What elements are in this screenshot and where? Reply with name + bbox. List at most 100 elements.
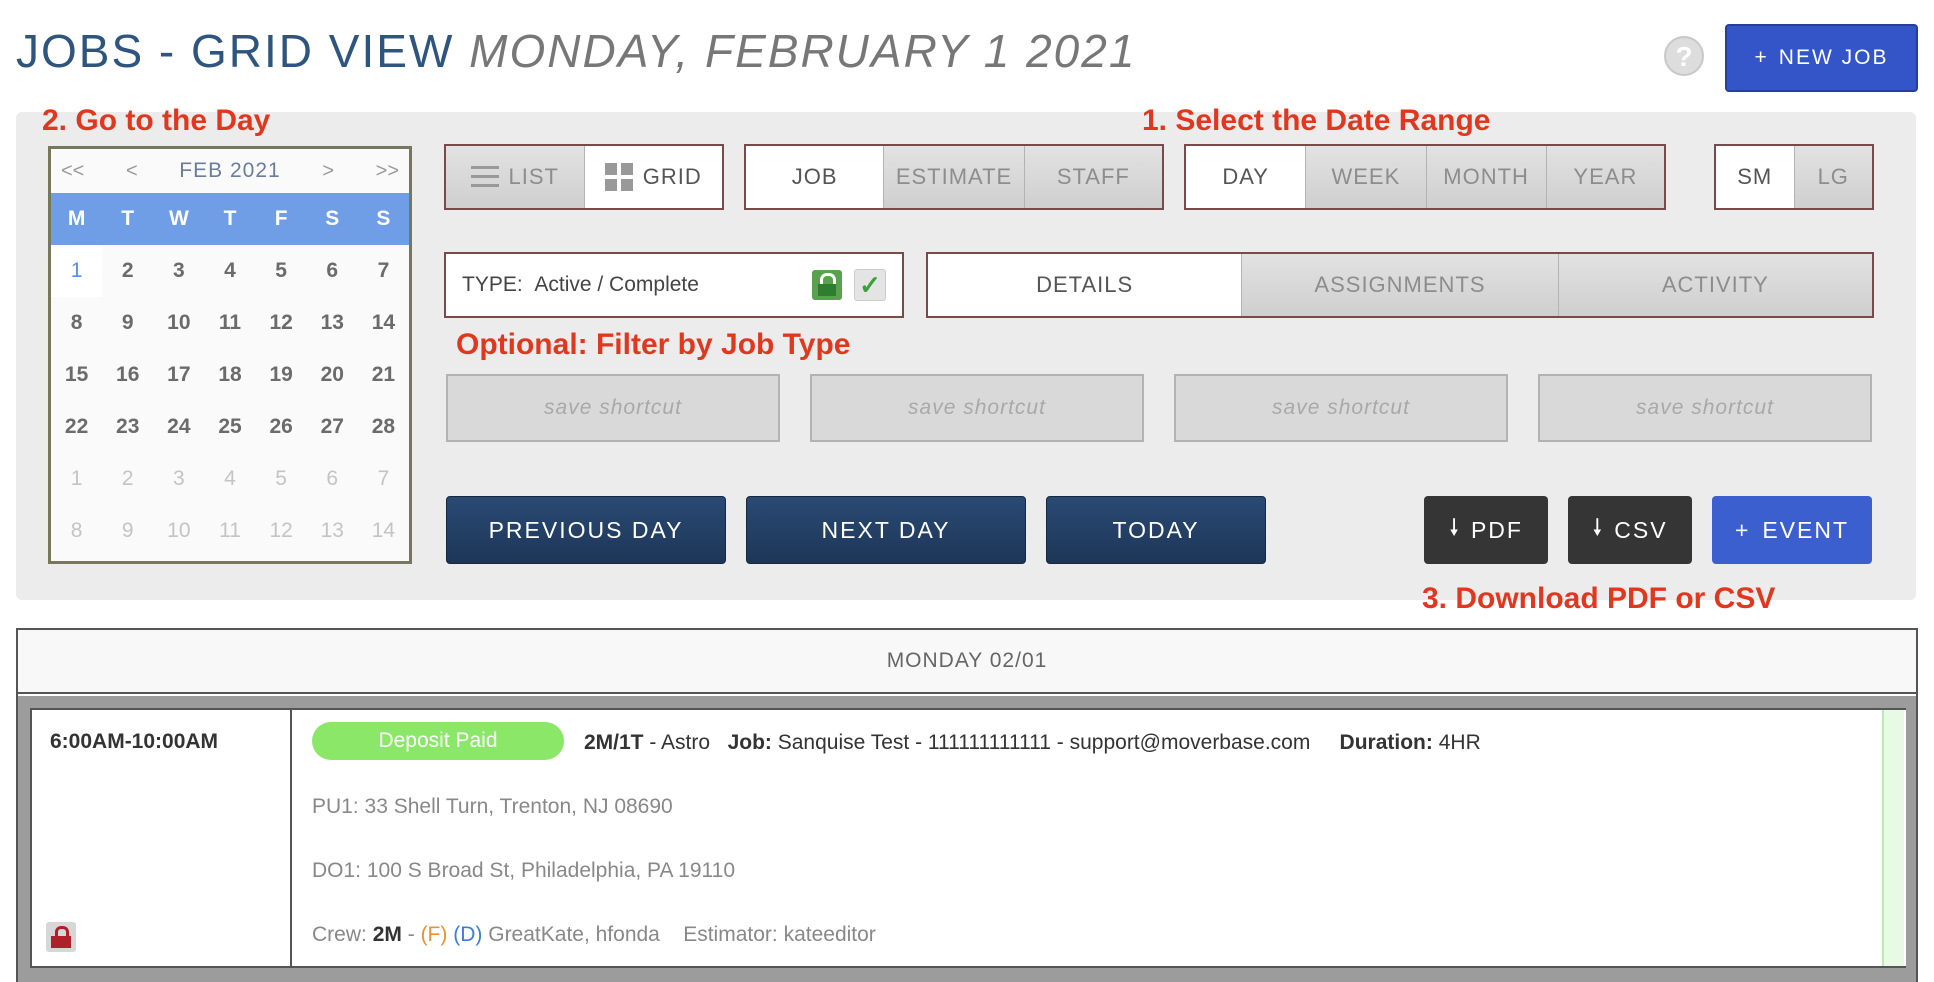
today-button[interactable]: TODAY	[1046, 496, 1266, 564]
calendar-day[interactable]: 22	[51, 401, 102, 453]
year-range-button[interactable]: YEAR	[1545, 146, 1665, 208]
mini-calendar: << < FEB 2021 > >> M T W T F S S 1234567…	[48, 146, 412, 564]
type-label: TYPE:	[462, 273, 523, 296]
estimate-toggle-button[interactable]: ESTIMATE	[883, 146, 1024, 208]
status-badge[interactable]: Deposit Paid	[312, 722, 564, 760]
pdf-label: PDF	[1470, 516, 1523, 543]
calendar-day[interactable]: 11	[204, 297, 255, 349]
calendar-day[interactable]: 9	[102, 297, 153, 349]
save-shortcut-button[interactable]: save shortcut	[1174, 374, 1508, 442]
save-shortcut-button[interactable]: save shortcut	[1538, 374, 1872, 442]
calendar-day[interactable]: 5	[256, 453, 307, 505]
calendar-day[interactable]: 3	[153, 245, 204, 297]
calendar-day[interactable]: 26	[256, 401, 307, 453]
tab-activity[interactable]: ACTIVITY	[1557, 254, 1872, 316]
new-job-button[interactable]: + NEW JOB	[1725, 24, 1918, 92]
calendar-day[interactable]: 4	[204, 453, 255, 505]
calendar-day[interactable]: 17	[153, 349, 204, 401]
list-view-button[interactable]: LIST	[446, 146, 584, 208]
crew-dash: -	[407, 923, 415, 946]
calendar-day[interactable]: 27	[307, 401, 358, 453]
day-range-button[interactable]: DAY	[1186, 146, 1306, 208]
calendar-day[interactable]: 28	[358, 401, 409, 453]
category-toggle: JOB ESTIMATE STAFF	[744, 144, 1164, 210]
calendar-day[interactable]: 6	[307, 453, 358, 505]
download-icon: 🠗	[1592, 513, 1605, 540]
foreman-tag: (F)	[420, 923, 448, 946]
lock-icon[interactable]	[46, 922, 76, 952]
detail-tabs: DETAILS ASSIGNMENTS ACTIVITY	[926, 252, 1874, 318]
plus-icon: +	[1754, 46, 1769, 69]
duration-label: Duration:	[1339, 731, 1433, 754]
checkmark-icon[interactable]: ✓	[854, 269, 886, 301]
calendar-day[interactable]: 23	[102, 401, 153, 453]
calendar-day[interactable]: 4	[204, 245, 255, 297]
weekday-label: M	[67, 207, 86, 230]
calendar-day[interactable]: 14	[358, 297, 409, 349]
tab-details[interactable]: DETAILS	[928, 254, 1242, 316]
calendar-day[interactable]: 25	[204, 401, 255, 453]
csv-download-button[interactable]: 🠗 CSV	[1568, 496, 1692, 564]
list-icon	[470, 166, 499, 188]
calendar-day[interactable]: 13	[307, 297, 358, 349]
add-event-button[interactable]: + EVENT	[1712, 496, 1872, 564]
calendar-day[interactable]: 21	[358, 349, 409, 401]
weekday-label: F	[274, 207, 288, 230]
calendar-day[interactable]: 7	[358, 245, 409, 297]
staff-toggle-button[interactable]: STAFF	[1023, 146, 1163, 208]
page-title: JOBS - GRID VIEW MONDAY, FEBRUARY 1 2021	[16, 24, 1136, 78]
grid-view-button[interactable]: GRID	[583, 146, 722, 208]
next-day-button[interactable]: NEXT DAY	[746, 496, 1026, 564]
job-type-filter[interactable]: TYPE: Active / Complete ✓	[444, 252, 904, 318]
calendar-day[interactable]: 12	[256, 505, 307, 557]
job-toggle-button[interactable]: JOB	[746, 146, 884, 208]
calendar-day[interactable]: 3	[153, 453, 204, 505]
size-sm-button[interactable]: SM	[1716, 146, 1794, 208]
month-range-button[interactable]: MONTH	[1425, 146, 1546, 208]
lock-icon[interactable]	[812, 270, 842, 300]
calendar-day[interactable]: 19	[256, 349, 307, 401]
help-icon[interactable]: ?	[1664, 36, 1704, 76]
first-month-button[interactable]: <<	[61, 160, 84, 183]
calendar-day[interactable]: 15	[51, 349, 102, 401]
calendar-day[interactable]: 5	[256, 245, 307, 297]
calendar-day[interactable]: 2	[102, 453, 153, 505]
save-shortcut-button[interactable]: save shortcut	[446, 374, 780, 442]
calendar-day[interactable]: 6	[307, 245, 358, 297]
weekday-label: T	[223, 207, 237, 230]
calendar-day[interactable]: 13	[307, 505, 358, 557]
calendar-day[interactable]: 12	[256, 297, 307, 349]
calendar-day[interactable]: 1	[51, 453, 102, 505]
prev-month-button[interactable]: <	[126, 160, 138, 183]
week-range-button[interactable]: WEEK	[1305, 146, 1426, 208]
date-range-toggle: DAY WEEK MONTH YEAR	[1184, 144, 1666, 210]
calendar-day[interactable]: 1	[51, 245, 103, 297]
calendar-day[interactable]: 16	[102, 349, 153, 401]
save-shortcut-button[interactable]: save shortcut	[810, 374, 1144, 442]
pdf-download-button[interactable]: 🠗 PDF	[1424, 496, 1548, 564]
crew-names: GreatKate, hfonda	[488, 923, 660, 946]
calendar-day[interactable]: 9	[102, 505, 153, 557]
calendar-day[interactable]: 14	[358, 505, 409, 557]
calendar-day[interactable]: 7	[358, 453, 409, 505]
calendar-day[interactable]: 10	[153, 505, 204, 557]
calendar-day[interactable]: 10	[153, 297, 204, 349]
calendar-day[interactable]: 24	[153, 401, 204, 453]
calendar-day[interactable]: 2	[102, 245, 153, 297]
calendar-day[interactable]: 11	[204, 505, 255, 557]
calendar-day[interactable]: 8	[51, 297, 102, 349]
job-summary-line[interactable]: 2M/1T - Astro Job: Sanquise Test - 11111…	[584, 731, 1481, 755]
dropoff-address: DO1: 100 S Broad St, Philadelphia, PA 19…	[312, 859, 736, 882]
plus-icon: +	[1734, 516, 1751, 543]
calendar-day[interactable]: 8	[51, 505, 102, 557]
calendar-day[interactable]: 20	[307, 349, 358, 401]
tab-assignments[interactable]: ASSIGNMENTS	[1241, 254, 1558, 316]
next-month-button[interactable]: >	[322, 160, 334, 183]
last-month-button[interactable]: >>	[376, 160, 399, 183]
calendar-day[interactable]: 18	[204, 349, 255, 401]
previous-day-button[interactable]: PREVIOUS DAY	[446, 496, 726, 564]
grid-view-label: GRID	[642, 164, 702, 189]
annotation-select-range: 1. Select the Date Range	[1142, 104, 1491, 137]
list-view-label: LIST	[508, 164, 559, 189]
size-lg-button[interactable]: LG	[1793, 146, 1872, 208]
